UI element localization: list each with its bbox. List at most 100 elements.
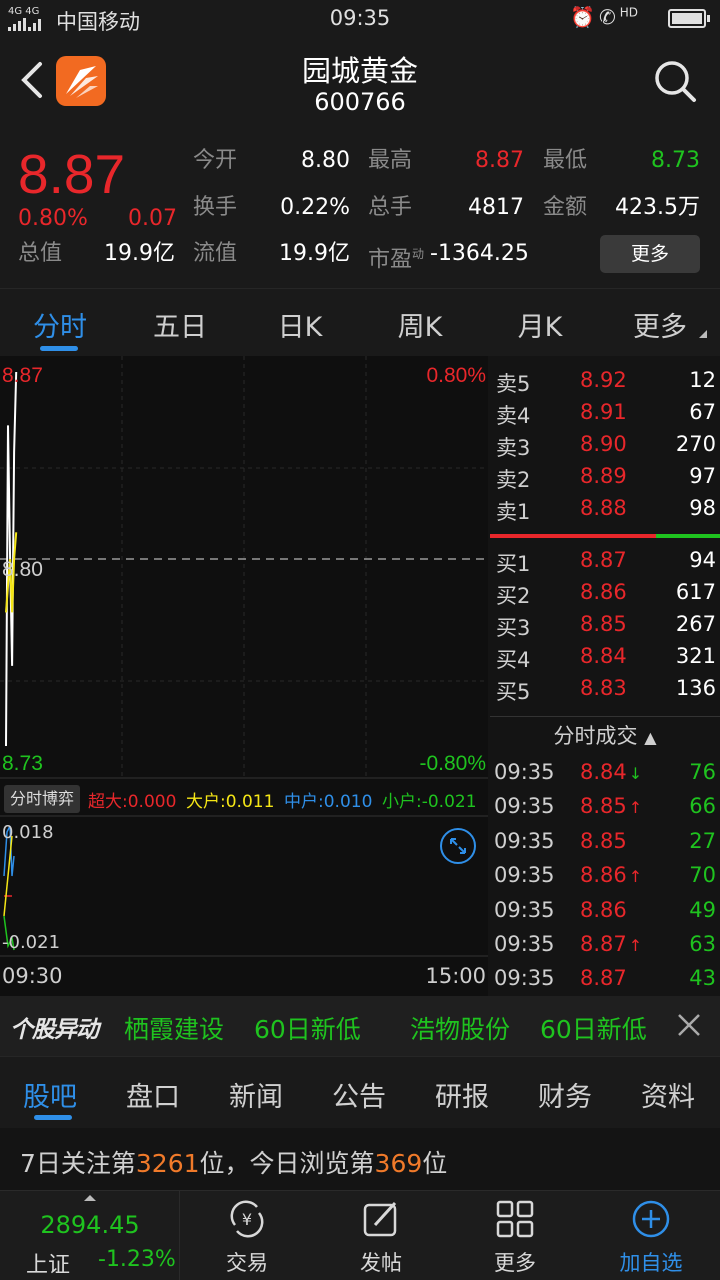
index-ticker[interactable]: 2894.45 上证 -1.23% <box>0 1191 180 1280</box>
collapse-arrow-icon: ▲ <box>644 728 657 747</box>
amount-value: 423.5万 <box>615 195 700 220</box>
yen-cycle-icon: ¥ <box>230 1200 264 1238</box>
ask-price: 8.89 <box>580 464 627 488</box>
bid-row[interactable]: 买4 8.84 321 <box>490 644 720 676</box>
flow-small: 小户:-0.021 <box>382 792 477 812</box>
tab-weekly-k[interactable]: 周K <box>365 305 475 344</box>
tab-profile[interactable]: 资料 <box>623 1075 713 1114</box>
bid-volume: 136 <box>675 676 716 700</box>
bid-volume: 267 <box>675 612 716 636</box>
bid-row[interactable]: 买1 8.87 94 <box>490 548 720 580</box>
tick-volume: 43 <box>689 966 716 991</box>
tab-finance[interactable]: 财务 <box>520 1075 610 1114</box>
open-value: 8.80 <box>301 148 350 173</box>
bid-row[interactable]: 买2 8.86 617 <box>490 580 720 612</box>
intraday-chart[interactable]: 8.87 0.80% 8.80 8.73 -0.80% 分时博弈 超大:0.00… <box>0 356 488 996</box>
high-value: 8.87 <box>475 148 524 173</box>
tick-time: 09:35 <box>494 794 555 819</box>
nav-trade[interactable]: ¥ 交易 <box>180 1191 314 1280</box>
tick-price: 8.86 <box>580 897 627 922</box>
nav-post[interactable]: 发帖 <box>314 1191 448 1280</box>
tab-orderbook[interactable]: 盘口 <box>108 1075 198 1114</box>
ask-volume: 67 <box>689 400 716 424</box>
bid-level-label: 买2 <box>496 584 531 608</box>
tab-research[interactable]: 研报 <box>417 1075 507 1114</box>
stock-code: 600766 <box>314 88 406 116</box>
ask-price: 8.92 <box>580 368 627 392</box>
tab-monthly-k[interactable]: 月K <box>485 305 595 344</box>
nav-add-watchlist[interactable]: 加自选 <box>584 1191 718 1280</box>
flow-big: 大户:0.011 <box>186 792 275 812</box>
ask-level-label: 卖1 <box>496 500 531 524</box>
tab-intraday[interactable]: 分时 <box>5 305 115 344</box>
tick-price: 8.87 <box>580 966 627 991</box>
bid-row[interactable]: 买5 8.83 136 <box>490 676 720 708</box>
tick-time: 09:35 <box>494 932 555 956</box>
alert-item-name[interactable]: 栖霞建设 <box>124 1010 224 1046</box>
change-percent: 0.80% <box>18 206 88 231</box>
bid-level-label: 买1 <box>496 552 531 576</box>
tick-volume: 70 <box>689 863 716 888</box>
stock-alert-bar[interactable]: 个股异动 栖霞建设 60日新低 浩物股份 60日新低 <box>0 996 720 1056</box>
tab-forum[interactable]: 股吧 <box>5 1075 95 1114</box>
time-start: 09:30 <box>2 964 63 988</box>
bid-volume: 321 <box>675 644 716 668</box>
ask-row[interactable]: 卖1 8.88 98 <box>490 496 720 528</box>
bid-level-label: 买3 <box>496 616 531 640</box>
alarm-icon: ⏰ <box>570 5 599 29</box>
volume-value: 4817 <box>468 195 524 220</box>
axis-bottom-pct: -0.80% <box>419 752 486 775</box>
subtab-indicator <box>34 1115 72 1120</box>
tick-time: 09:35 <box>494 897 555 922</box>
hd-badge: HD <box>619 5 638 20</box>
tick-direction-icon: ↓ <box>628 764 643 783</box>
index-name: 上证 <box>26 1253 71 1278</box>
ticks-title[interactable]: 分时成交 ▲ <box>490 720 720 750</box>
tick-volume: 49 <box>689 897 716 922</box>
tick-time: 09:35 <box>494 966 555 991</box>
time-end: 15:00 <box>425 964 486 988</box>
stock-name: 园城黄金 <box>301 54 418 88</box>
trade-tick-row: 09:35 8.85 27 <box>490 829 720 863</box>
index-value: 2894.45 <box>40 1211 140 1239</box>
tick-price: 8.86 ↑ <box>580 863 643 888</box>
ask-row[interactable]: 卖3 8.90 270 <box>490 432 720 464</box>
tick-price: 8.85 ↑ <box>580 794 643 819</box>
nav-more[interactable]: 更多 <box>448 1191 582 1280</box>
more-button[interactable]: 更多 <box>600 235 700 273</box>
close-icon[interactable] <box>676 1012 702 1038</box>
ask-volume: 270 <box>675 432 716 456</box>
ask-row[interactable]: 卖5 8.92 12 <box>490 368 720 400</box>
search-icon[interactable] <box>652 58 698 104</box>
ask-price: 8.90 <box>580 432 627 456</box>
tab-announcements[interactable]: 公告 <box>314 1075 404 1114</box>
tab-five-day[interactable]: 五日 <box>125 305 235 344</box>
tick-direction-icon: ↑ <box>628 867 643 887</box>
stock-header: 园城黄金 600766 <box>0 38 720 130</box>
axis-bottom-price: 8.73 <box>2 752 43 775</box>
trade-tick-row: 09:35 8.87 ↑ 63 <box>490 932 720 966</box>
expand-up-icon <box>84 1195 96 1201</box>
bottom-nav: 2894.45 上证 -1.23% ¥ 交易 发帖 更多 加自选 <box>0 1190 720 1280</box>
ask-level-label: 卖3 <box>496 436 531 460</box>
ask-level-label: 卖4 <box>496 404 531 428</box>
volume-label: 总手 <box>368 195 413 220</box>
flow-super: 超大:0.000 <box>88 792 177 812</box>
edit-icon <box>363 1201 397 1237</box>
ask-row[interactable]: 卖4 8.91 67 <box>490 400 720 432</box>
current-price: 8.87 <box>18 143 126 205</box>
index-change: -1.23% <box>98 1247 176 1272</box>
alert-item-name[interactable]: 浩物股份 <box>410 1010 510 1046</box>
buy-pressure-bar <box>656 534 720 538</box>
flow-game-button[interactable]: 分时博弈 <box>4 785 80 813</box>
tick-time: 09:35 <box>494 760 555 784</box>
chart-tabs: 分时 五日 日K 周K 月K 更多 <box>0 288 720 356</box>
ask-row[interactable]: 卖2 8.89 97 <box>490 464 720 496</box>
alert-item-event: 60日新低 <box>540 1015 647 1044</box>
status-bar: 4G 4G 中国移动 09:35 ⏰✆HD <box>0 0 720 38</box>
attention-rank: 7日关注第3261位，今日浏览第369位 <box>0 1128 720 1190</box>
tab-more[interactable]: 更多 <box>605 305 715 344</box>
tab-daily-k[interactable]: 日K <box>245 305 355 344</box>
bid-row[interactable]: 买3 8.85 267 <box>490 612 720 644</box>
tab-news[interactable]: 新闻 <box>211 1075 301 1114</box>
